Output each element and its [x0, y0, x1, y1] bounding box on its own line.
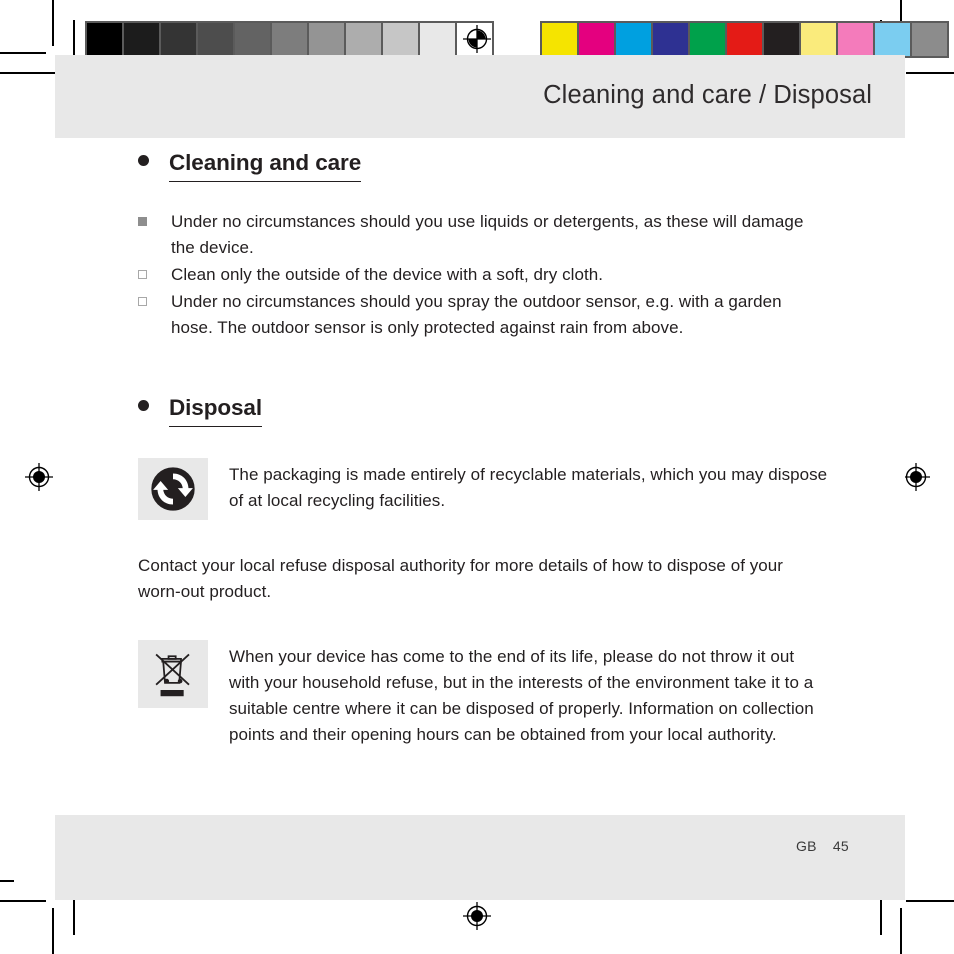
- crop-mark-top-left-inner-vertical: [73, 20, 75, 57]
- crop-mark-top-right-horizontal: [906, 72, 954, 74]
- cleaning-instructions-list: Under no circumstances should you use li…: [138, 209, 828, 341]
- crossed-out-wheelie-bin-icon: [138, 640, 208, 708]
- crop-mark-bottom-left-inner-vertical: [73, 898, 75, 935]
- list-item: Under no circumstances should you use li…: [138, 209, 828, 261]
- page-footer-band: GB 45: [55, 815, 905, 900]
- section-heading-label: Cleaning and care: [169, 150, 361, 182]
- list-item-text: Under no circumstances should you use li…: [171, 212, 804, 257]
- color-swatch-7: [801, 23, 836, 56]
- footer-page-number: 45: [832, 838, 849, 854]
- grayscale-swatch-4: [235, 23, 270, 56]
- list-item: Clean only the outside of the device wit…: [138, 262, 828, 288]
- grayscale-swatch-7: [346, 23, 381, 56]
- document-page: Cleaning and care / Disposal Cleaning an…: [55, 55, 905, 900]
- registration-target-bottom-center: [462, 901, 492, 931]
- calibration-strip-gap: [494, 21, 540, 58]
- crop-mark-top-left-horizontal: [0, 52, 46, 54]
- section-heading-label: Disposal: [169, 395, 262, 427]
- recycling-info-text: The packaging is made entirely of recycl…: [229, 465, 828, 510]
- registration-target-top-center: [462, 24, 492, 54]
- page-content: Cleaning and care Under no circumstances…: [138, 150, 828, 748]
- section-heading-cleaning-and-care: Cleaning and care: [138, 150, 828, 182]
- grayscale-swatch-1: [124, 23, 159, 56]
- color-swatch-10: [912, 23, 947, 56]
- grayscale-swatch-0: [87, 23, 122, 56]
- print-calibration-strip: [85, 21, 949, 58]
- crop-mark-bottom-left-vertical: [52, 908, 54, 954]
- hollow-square-bullet-icon: [138, 270, 147, 279]
- weee-info-block: When your device has come to the end of …: [138, 640, 828, 748]
- grayscale-swatch-8: [383, 23, 418, 56]
- color-swatch-group: [540, 21, 949, 58]
- hollow-square-bullet-icon: [138, 297, 147, 306]
- registration-target-left: [24, 462, 54, 492]
- heading-bullet-icon: [138, 155, 149, 166]
- grayscale-swatch-6: [309, 23, 344, 56]
- color-swatch-6: [764, 23, 799, 56]
- color-swatch-3: [653, 23, 688, 56]
- crop-mark-top-left-vertical: [52, 0, 54, 46]
- grayscale-swatch-3: [198, 23, 233, 56]
- color-swatch-0: [542, 23, 577, 56]
- list-item-text: Clean only the outside of the device wit…: [171, 265, 604, 284]
- color-swatch-4: [690, 23, 725, 56]
- color-swatch-2: [616, 23, 651, 56]
- grayscale-swatch-group: [85, 21, 494, 58]
- list-item-text: Under no circumstances should you spray …: [171, 292, 782, 337]
- crop-mark-bottom-left-horizontal: [0, 900, 46, 902]
- recycling-info-block: The packaging is made entirely of recycl…: [138, 458, 828, 520]
- footer-locale: GB: [795, 838, 817, 854]
- grayscale-swatch-9: [420, 23, 455, 56]
- list-item: Under no circumstances should you spray …: [138, 289, 828, 341]
- crop-mark-bottom-left-inner-horizontal: [0, 880, 14, 882]
- registration-target-right: [901, 462, 931, 492]
- heading-bullet-icon: [138, 400, 149, 411]
- color-swatch-1: [579, 23, 614, 56]
- section-heading-disposal: Disposal: [138, 395, 828, 427]
- crop-mark-bottom-right-vertical: [900, 908, 902, 954]
- grayscale-swatch-2: [161, 23, 196, 56]
- section-cleaning-and-care: Cleaning and care Under no circumstances…: [138, 150, 828, 341]
- crop-mark-top-left-inner-horizontal: [0, 72, 58, 74]
- grayscale-swatch-5: [272, 23, 307, 56]
- footer-meta: GB 45: [796, 838, 849, 854]
- section-disposal: Disposal The packaging is made entirely …: [138, 395, 828, 748]
- crop-mark-bottom-right-horizontal: [906, 900, 954, 902]
- page-title: Cleaning and care / Disposal: [543, 81, 872, 109]
- color-swatch-8: [838, 23, 873, 56]
- filled-square-bullet-icon: [138, 217, 147, 226]
- contact-authority-paragraph: Contact your local refuse disposal autho…: [138, 556, 784, 601]
- crop-mark-bottom-right-inner-vertical: [880, 898, 882, 935]
- page-header-band: Cleaning and care / Disposal: [55, 55, 905, 138]
- color-swatch-9: [875, 23, 910, 56]
- green-dot-recycling-icon: [138, 458, 208, 520]
- weee-info-text: When your device has come to the end of …: [229, 647, 814, 744]
- color-swatch-5: [727, 23, 762, 56]
